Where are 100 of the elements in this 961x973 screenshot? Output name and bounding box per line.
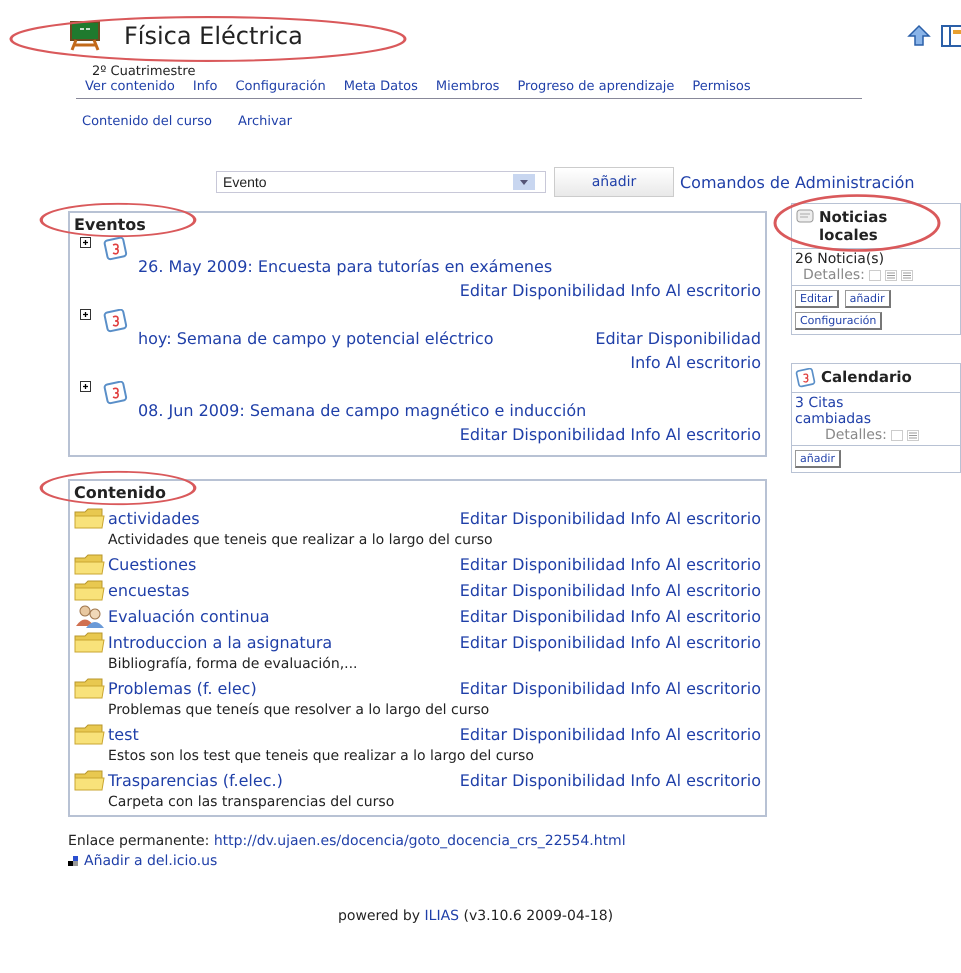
ilias-link[interactable]: ILIAS	[424, 908, 460, 924]
action-link[interactable]: Al escritorio	[666, 425, 761, 444]
detail-level-icon[interactable]	[884, 270, 897, 280]
event-link[interactable]: 26. May 2009: Encuesta para tutorías en exámenes	[138, 255, 552, 279]
action-link[interactable]: Editar	[460, 770, 508, 790]
panel-heading: Eventos	[74, 215, 146, 234]
bookmark-link[interactable]: Añadir a del.icio.us	[84, 851, 218, 871]
action-link[interactable]: Editar	[460, 632, 508, 652]
nav-tab[interactable]: Ver contenido	[76, 79, 184, 94]
item-link[interactable]: Problemas (f. elec)	[108, 676, 257, 700]
panel-button[interactable]: Editar	[795, 290, 839, 308]
item-link[interactable]: actividades	[108, 506, 200, 530]
permalink-link[interactable]: http://dv.ujaen.es/docencia/goto_docencia_crs_22554.html	[214, 833, 626, 849]
nav-tab[interactable]: Meta Datos	[334, 79, 427, 94]
action-link[interactable]: Editar	[460, 724, 508, 744]
action-link[interactable]: Al escritorio	[666, 678, 761, 698]
detail-level-icon[interactable]	[900, 270, 913, 280]
news-count: 26 Noticia(s)	[795, 251, 886, 267]
item-link[interactable]: Introduccion a la asignatura	[108, 630, 332, 654]
action-link[interactable]: Info	[630, 554, 661, 574]
action-link[interactable]: Editar	[460, 425, 508, 444]
action-link[interactable]: Al escritorio	[666, 351, 761, 375]
action-link[interactable]: Info	[630, 606, 661, 626]
subnav-tab[interactable]: Contenido del curso	[73, 114, 222, 129]
nav-tab[interactable]: Permisos	[683, 79, 760, 94]
action-link[interactable]: Disponibilidad	[512, 508, 626, 528]
powered-by-text: powered by	[338, 908, 420, 924]
panel-button[interactable]: Configuración	[795, 312, 882, 330]
type-select[interactable]: Evento	[216, 171, 546, 193]
action-link[interactable]: Editar	[460, 580, 508, 600]
nav-tab[interactable]: Info	[184, 79, 226, 94]
panel-button[interactable]: añadir	[795, 450, 842, 468]
item-link[interactable]: Trasparencias (f.elec.)	[108, 768, 283, 792]
action-link[interactable]: Al escritorio	[666, 632, 761, 652]
expand-icon[interactable]	[80, 237, 91, 248]
layout-icon[interactable]	[941, 24, 961, 48]
action-link[interactable]: Info	[630, 632, 661, 652]
admin-commands-link[interactable]: Comandos de Administración	[680, 172, 915, 192]
action-link[interactable]: Disponibilidad	[512, 632, 626, 652]
action-link[interactable]: Info	[630, 425, 661, 444]
action-link[interactable]: Editar	[460, 606, 508, 626]
appointments-link[interactable]: 3 Citas cambiadas	[795, 395, 905, 427]
panel-button[interactable]: añadir	[844, 290, 891, 308]
action-link[interactable]: Al escritorio	[666, 554, 761, 574]
action-link[interactable]: Disponibilidad	[512, 770, 626, 790]
action-link[interactable]: Al escritorio	[666, 724, 761, 744]
action-link[interactable]: Info	[630, 724, 661, 744]
action-link[interactable]: Info	[630, 508, 661, 528]
expand-icon[interactable]	[80, 381, 91, 392]
action-link[interactable]: Editar	[460, 281, 508, 300]
folder-icon	[74, 630, 106, 654]
action-link[interactable]: Info	[630, 580, 661, 600]
up-arrow-icon[interactable]	[907, 24, 931, 48]
action-link[interactable]: Info	[630, 770, 661, 790]
action-link[interactable]: Al escritorio	[666, 281, 761, 300]
item-link[interactable]: Evaluación continua	[108, 604, 270, 628]
bookmark-icon	[68, 856, 78, 866]
event-link[interactable]: 08. Jun 2009: Semana de campo magnético e inducción	[138, 399, 586, 423]
item-link[interactable]: Cuestiones	[108, 552, 196, 576]
people-icon	[74, 604, 106, 628]
folder-icon	[74, 768, 106, 792]
panel-heading: Contenido	[74, 483, 166, 502]
subnav-tab[interactable]: Archivar	[229, 114, 301, 129]
action-link[interactable]: Al escritorio	[666, 580, 761, 600]
action-link[interactable]: Editar	[460, 678, 508, 698]
action-link[interactable]: Editar	[595, 327, 643, 351]
action-link[interactable]: Disponibilidad	[648, 327, 761, 351]
nav-tab[interactable]: Miembros	[426, 79, 508, 94]
action-link[interactable]: Disponibilidad	[512, 678, 626, 698]
item-description: Problemas que teneís que resolver a lo largo del curso	[107, 701, 490, 720]
action-link[interactable]: Al escritorio	[666, 606, 761, 626]
version-text: (v3.10.6 2009-04-18)	[464, 908, 614, 924]
action-link[interactable]: Al escritorio	[666, 508, 761, 528]
action-link[interactable]: Info	[630, 678, 661, 698]
add-button[interactable]: añadir	[554, 167, 674, 197]
permalink-label: Enlace permanente:	[68, 833, 210, 849]
action-link[interactable]: Disponibilidad	[512, 281, 626, 300]
action-link[interactable]: Disponibilidad	[512, 554, 626, 574]
action-link[interactable]: Disponibilidad	[512, 606, 626, 626]
item-link[interactable]: encuestas	[108, 578, 190, 602]
caret-icon	[520, 180, 528, 184]
event-link[interactable]: hoy: Semana de campo y potencial eléctrico	[138, 327, 494, 375]
blackboard-icon	[68, 21, 102, 51]
action-link[interactable]: Disponibilidad	[512, 425, 626, 444]
expand-icon[interactable]	[80, 309, 91, 320]
item-description: Bibliografía, forma de evaluación,...	[107, 655, 359, 674]
action-link[interactable]: Editar	[460, 508, 508, 528]
panel-heading: Noticias locales	[819, 208, 888, 244]
action-link[interactable]: Disponibilidad	[512, 724, 626, 744]
calendar-icon	[795, 368, 817, 388]
item-link[interactable]: test	[108, 722, 139, 746]
action-link[interactable]: Editar	[460, 554, 508, 574]
nav-tab[interactable]: Progreso de aprendizaje	[508, 79, 684, 94]
detail-level-icon[interactable]	[906, 430, 919, 440]
action-link[interactable]: Info	[630, 281, 661, 300]
action-link[interactable]: Al escritorio	[666, 770, 761, 790]
action-link[interactable]: Disponibilidad	[512, 580, 626, 600]
calendar-icon	[103, 309, 129, 333]
action-link[interactable]: Info	[630, 351, 661, 375]
nav-tab[interactable]: Configuración	[226, 79, 335, 94]
